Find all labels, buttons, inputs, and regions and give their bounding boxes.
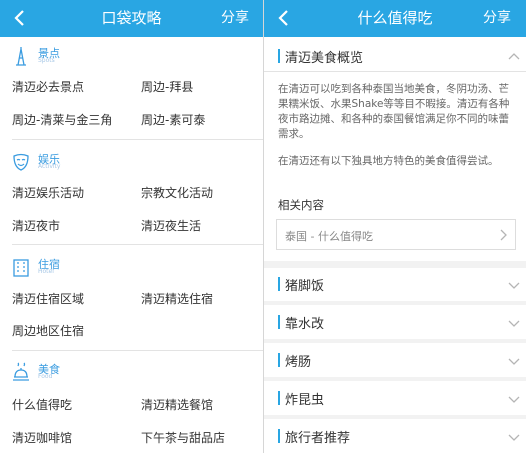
section-subtitle: Food	[38, 373, 53, 380]
menu-item-must-see-spots[interactable]: 清迈必去景点	[12, 78, 84, 95]
accent-bar	[278, 49, 280, 63]
related-link-text: 泰国 - 什么值得吃	[285, 230, 373, 243]
section-gap	[264, 415, 526, 419]
menu-item-nearby-hotels[interactable]: 周边地区住宿	[12, 322, 84, 339]
divider	[12, 244, 263, 245]
nav-bar: 口袋攻略 分享	[0, 0, 263, 37]
section-gap	[264, 261, 526, 268]
accordion-title[interactable]: 旅行者推荐	[285, 427, 350, 446]
menu-item-featured-restaurants[interactable]: 清迈精选餐馆	[141, 396, 213, 413]
chevron-right-icon	[500, 229, 507, 241]
related-content-label: 相关内容	[278, 198, 324, 212]
section-gap	[264, 301, 526, 305]
menu-item-activities[interactable]: 清迈娱乐活动	[12, 184, 84, 201]
divider	[264, 71, 526, 72]
menu-item-featured-hotels[interactable]: 清迈精选住宿	[141, 290, 213, 307]
tower-icon	[16, 47, 26, 66]
menu-item-chiang-rai[interactable]: 周边-清莱与金三角	[12, 111, 112, 128]
menu-item-what-to-eat[interactable]: 什么值得吃	[12, 396, 72, 413]
chevron-down-icon[interactable]	[508, 282, 520, 290]
divider	[12, 350, 263, 351]
section-subtitle: Activity	[38, 163, 61, 170]
hotel-icon	[13, 259, 29, 277]
accordion-title[interactable]: 清迈美食概览	[285, 47, 363, 66]
chevron-down-icon[interactable]	[508, 320, 520, 328]
menu-item-hotel-areas[interactable]: 清迈住宿区域	[12, 290, 84, 307]
overview-paragraph: 在清迈还有以下独具地方特色的美食值得尝试。	[278, 155, 499, 167]
accordion-title[interactable]: 猪脚饭	[285, 275, 324, 294]
accordion-title[interactable]: 炸昆虫	[285, 389, 324, 408]
share-button[interactable]: 分享	[221, 0, 249, 37]
chevron-down-icon[interactable]	[508, 358, 520, 366]
menu-item-cafes[interactable]: 清迈咖啡馆	[12, 429, 72, 446]
menu-item-sukhothai[interactable]: 周边-素可泰	[141, 111, 205, 128]
chevron-down-icon[interactable]	[508, 396, 520, 404]
accent-bar	[278, 391, 280, 405]
section-subtitle: Spots	[38, 57, 55, 64]
accent-bar	[278, 277, 280, 291]
section-subtitle: Hotel	[38, 268, 54, 275]
menu-item-pai[interactable]: 周边-拜县	[141, 78, 193, 95]
accordion-title[interactable]: 烤肠	[285, 351, 311, 370]
chevron-up-icon[interactable]	[508, 52, 520, 60]
dish-icon	[13, 362, 29, 381]
mask-icon	[13, 153, 29, 171]
nav-bar: 什么值得吃 分享	[264, 0, 526, 37]
accent-bar	[278, 315, 280, 329]
guide-panel: 口袋攻略 分享 景点 Spots 清迈必去景点 周边-拜县 周边-清莱与金三角 …	[0, 0, 263, 453]
food-detail-panel: 什么值得吃 分享 清迈美食概览 在清迈可以吃到各种泰国当地美食，冬阴功汤、芒果糯…	[264, 0, 526, 453]
menu-item-nightlife[interactable]: 清迈夜生活	[141, 217, 201, 234]
menu-item-religious-culture[interactable]: 宗教文化活动	[141, 184, 213, 201]
divider	[12, 139, 263, 140]
accent-bar	[278, 353, 280, 367]
share-button[interactable]: 分享	[483, 0, 511, 37]
overview-paragraph: 在清迈可以吃到各种泰国当地美食，冬阴功汤、芒果糯米饭、水果Shake等等目不暇接…	[278, 83, 510, 140]
menu-item-night-market[interactable]: 清迈夜市	[12, 217, 60, 234]
accordion-title[interactable]: 靠水改	[285, 313, 324, 332]
chevron-down-icon[interactable]	[508, 434, 520, 442]
section-gap	[264, 339, 526, 343]
related-link[interactable]: 泰国 - 什么值得吃	[276, 219, 516, 250]
menu-item-desserts[interactable]: 下午茶与甜品店	[141, 429, 225, 446]
section-gap	[264, 377, 526, 381]
accent-bar	[278, 429, 280, 443]
